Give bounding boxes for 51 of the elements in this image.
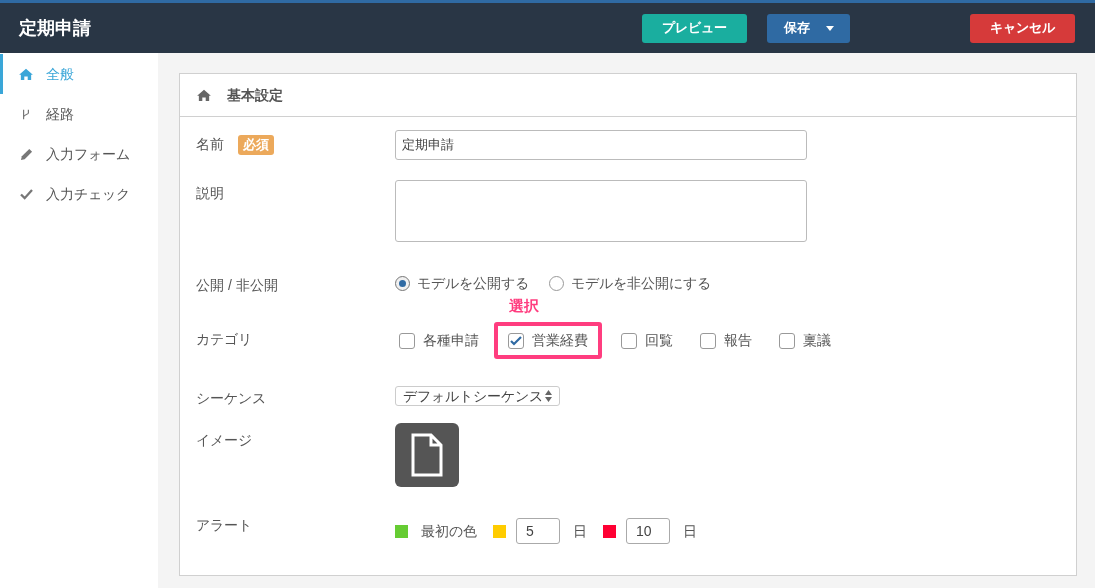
- sidebar-item[interactable]: 入力チェック: [0, 174, 158, 214]
- field-label: 公開 / 非公開: [196, 277, 278, 293]
- radio-button[interactable]: [549, 276, 564, 291]
- category-option[interactable]: 回覧: [617, 326, 681, 355]
- document-icon: [411, 433, 443, 477]
- days-unit: 日: [683, 521, 697, 541]
- field-label: シーケンス: [196, 390, 266, 406]
- radio-label: モデルを非公開にする: [571, 274, 711, 293]
- days-field[interactable]: 10: [626, 518, 670, 544]
- panel-title: 基本設定: [227, 85, 283, 105]
- home-icon: [197, 89, 211, 101]
- sequence-select[interactable]: デフォルトシーケンス: [395, 386, 560, 406]
- days-unit: 日: [573, 521, 587, 541]
- alert-label: 最初の色: [421, 521, 477, 541]
- sidebar-item[interactable]: 入力フォーム: [0, 134, 158, 174]
- description-field[interactable]: [395, 180, 807, 242]
- save-dropdown-button[interactable]: 保存: [767, 13, 850, 43]
- required-badge: 必須: [238, 134, 274, 155]
- radio-label: モデルを公開する: [417, 274, 529, 293]
- category-option[interactable]: 報告: [696, 326, 760, 355]
- header-button[interactable]: キャンセル: [970, 13, 1075, 43]
- highlight-frame[interactable]: 営業経費: [494, 322, 602, 359]
- sidebar-item[interactable]: 経路: [0, 94, 158, 134]
- checkbox[interactable]: [399, 332, 415, 349]
- checkbox[interactable]: [779, 332, 795, 349]
- color-swatch[interactable]: [603, 524, 616, 538]
- field-label: カテゴリ: [196, 331, 252, 347]
- caret-icon: [825, 25, 834, 31]
- pencil-icon: [19, 147, 33, 161]
- category-option[interactable]: 各種申請: [395, 326, 487, 355]
- category-option[interactable]: 稟議: [775, 326, 839, 355]
- check-icon: [19, 188, 33, 200]
- page-title: 定期申請: [19, 16, 92, 40]
- updown-icon: [545, 390, 552, 402]
- annotation-label: 選択: [509, 296, 539, 316]
- name-field[interactable]: 定期申請: [395, 130, 807, 160]
- branch-icon: [22, 107, 30, 121]
- checkbox[interactable]: [508, 332, 524, 349]
- field-label: イメージ: [196, 432, 252, 448]
- checkbox[interactable]: [621, 332, 637, 349]
- field-label: 説明: [196, 185, 224, 201]
- radio-button[interactable]: [395, 276, 410, 291]
- checkbox[interactable]: [700, 332, 716, 349]
- color-swatch[interactable]: [493, 524, 506, 538]
- days-field[interactable]: 5: [516, 518, 560, 544]
- field-label: 名前: [196, 135, 224, 154]
- home-icon: [19, 68, 33, 80]
- check-icon: [510, 335, 522, 346]
- image-thumbnail[interactable]: [395, 423, 459, 487]
- field-label: アラート: [196, 517, 252, 533]
- color-swatch[interactable]: [395, 524, 408, 538]
